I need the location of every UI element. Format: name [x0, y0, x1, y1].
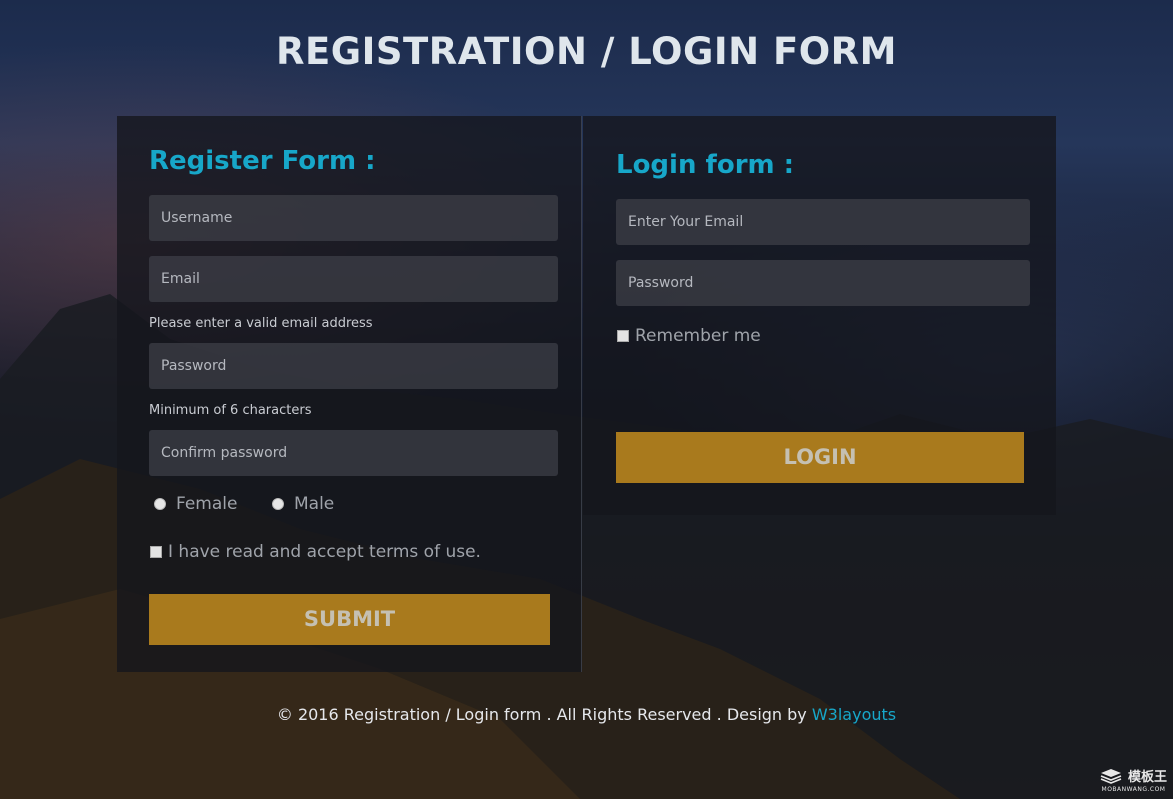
remember-me-label: Remember me: [635, 326, 761, 346]
footer-copyright: © 2016 Registration / Login form . All R…: [276, 705, 807, 724]
watermark-url: MOBANWANG.COM: [1101, 786, 1166, 793]
login-password-input[interactable]: [616, 260, 1030, 306]
terms-checkbox[interactable]: I have read and accept terms of use.: [150, 542, 481, 562]
register-password-input[interactable]: [149, 343, 558, 389]
watermark-brand: 模板王: [1127, 770, 1167, 785]
submit-button[interactable]: SUBMIT: [149, 594, 550, 645]
stack-logo-icon: [1100, 768, 1122, 784]
gender-radio-male-label: Male: [294, 494, 335, 514]
radio-button-icon[interactable]: [154, 498, 166, 510]
footer: © 2016 Registration / Login form . All R…: [0, 705, 1173, 724]
register-confirm-password-input[interactable]: [149, 430, 558, 476]
register-username-input[interactable]: [149, 195, 558, 241]
login-heading: Login form :: [616, 150, 795, 180]
register-heading: Register Form :: [149, 146, 376, 176]
password-hint: Minimum of 6 characters: [149, 403, 312, 418]
remember-me-checkbox[interactable]: Remember me: [617, 326, 761, 346]
footer-w3layouts-link[interactable]: W3layouts: [812, 705, 896, 724]
gender-radio-female-label: Female: [176, 494, 238, 514]
terms-label: I have read and accept terms of use.: [168, 542, 481, 562]
login-button[interactable]: LOGIN: [616, 432, 1024, 483]
register-email-input[interactable]: [149, 256, 558, 302]
gender-radio-female[interactable]: Female: [154, 494, 237, 514]
gender-radio-male[interactable]: Male: [272, 494, 334, 514]
login-email-input[interactable]: [616, 199, 1030, 245]
watermark-logo: 模板王 MOBANWANG.COM: [1100, 766, 1167, 793]
register-panel: Register Form : Please enter a valid ema…: [117, 116, 582, 672]
page-title: REGISTRATION / LOGIN FORM: [276, 30, 897, 73]
checkbox-icon[interactable]: [617, 330, 629, 342]
email-hint: Please enter a valid email address: [149, 316, 373, 331]
login-panel: Login form : Remember me LOGIN: [583, 116, 1056, 515]
checkbox-icon[interactable]: [150, 546, 162, 558]
radio-button-icon[interactable]: [272, 498, 284, 510]
